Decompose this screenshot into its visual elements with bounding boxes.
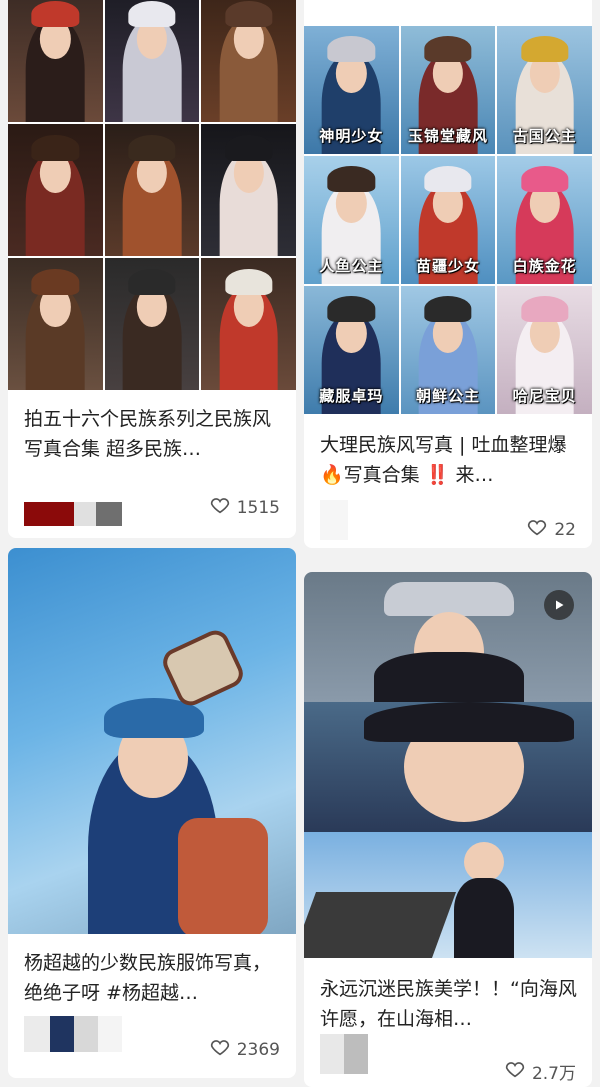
cover-photo: 藏服卓玛 (304, 286, 399, 414)
cover-photo: 神明少女 (304, 26, 399, 154)
note-card-1[interactable]: 拍五十六个民族系列之民族风写真合集 超多民族… 1515 (8, 0, 296, 538)
cover-photo: 古国公主 (497, 26, 592, 154)
fire-emoji: 🔥 (320, 464, 344, 486)
cover-photo (104, 0, 200, 122)
tile-caption: 玉锦堂藏风 (407, 127, 488, 145)
like-count[interactable]: 22 (526, 516, 576, 543)
heart-icon[interactable] (526, 516, 548, 543)
author-avatar[interactable] (24, 1016, 122, 1052)
like-count[interactable]: 1515 (209, 494, 280, 521)
note-cover-4[interactable] (304, 572, 592, 958)
heart-icon[interactable] (504, 1058, 526, 1085)
author-avatar[interactable] (24, 502, 122, 526)
like-count[interactable]: 2.7万 (504, 1058, 576, 1085)
like-count-text: 1515 (236, 497, 280, 518)
cover-photo (304, 832, 592, 958)
heart-icon[interactable] (209, 1036, 231, 1063)
cover-photo (201, 0, 296, 122)
play-icon[interactable] (544, 590, 574, 620)
cover-photo (8, 124, 103, 256)
tile-caption: 苗疆少女 (415, 257, 480, 275)
tile-caption: 哈尼宝贝 (512, 387, 577, 405)
note-title[interactable]: 拍五十六个民族系列之民族风写真合集 超多民族… (24, 404, 282, 464)
note-cover-2[interactable]: 神明少女 玉锦堂藏风 古国公主 人鱼公主 苗疆少女 白族金花 藏服卓玛 朝鲜公主… (304, 26, 592, 414)
cover-photo (201, 258, 296, 390)
cover-photo: 朝鲜公主 (400, 286, 496, 414)
cover-photo (8, 258, 103, 390)
cover-photo (104, 124, 200, 256)
note-card-3[interactable]: 杨超越的少数民族服饰写真，绝绝子呀 #杨超越… 2369 (8, 548, 296, 1078)
note-cover-1[interactable] (8, 0, 296, 390)
cover-photo: 苗疆少女 (400, 156, 496, 284)
cover-photo (201, 124, 296, 256)
cover-photo: 人鱼公主 (304, 156, 399, 284)
tile-caption: 人鱼公主 (319, 257, 384, 275)
like-count-text: 2.7万 (531, 1064, 576, 1084)
cover-photo (304, 572, 592, 712)
cover-photo (304, 702, 592, 832)
author-avatar[interactable] (320, 500, 348, 540)
tile-caption: 神明少女 (319, 127, 384, 145)
note-card-2[interactable]: 神明少女 玉锦堂藏风 古国公主 人鱼公主 苗疆少女 白族金花 藏服卓玛 朝鲜公主… (304, 0, 592, 548)
note-card-4[interactable]: 永远沉迷民族美学！！“向海风许愿，在山海相… 2.7万 (304, 572, 592, 1087)
like-count-text: 2369 (236, 1039, 280, 1060)
tile-caption: 白族金花 (512, 257, 577, 275)
tile-caption: 朝鲜公主 (415, 387, 480, 405)
double-exclamation-emoji: ‼️ (425, 464, 450, 486)
note-cover-3[interactable] (8, 548, 296, 934)
author-avatar[interactable] (320, 1034, 368, 1074)
like-count[interactable]: 2369 (209, 1036, 280, 1063)
note-title[interactable]: 永远沉迷民族美学！！“向海风许愿，在山海相… (320, 974, 578, 1034)
heart-icon[interactable] (209, 494, 231, 521)
cover-photo (104, 258, 200, 390)
cover-photo (48, 698, 268, 934)
cover-photo: 哈尼宝贝 (497, 286, 592, 414)
note-title[interactable]: 大理民族风写真 | 吐血整理爆🔥写真合集 ‼️ 来… (320, 430, 578, 490)
cover-photo (8, 0, 103, 122)
cover-photo: 玉锦堂藏风 (400, 26, 496, 154)
cover-photo: 白族金花 (497, 156, 592, 284)
tile-caption: 藏服卓玛 (319, 387, 384, 405)
tile-caption: 古国公主 (512, 127, 577, 145)
like-count-text: 22 (554, 519, 576, 540)
feed: 拍五十六个民族系列之民族风写真合集 超多民族… 1515 神明少女 玉锦堂藏风 (0, 0, 600, 1087)
note-title[interactable]: 杨超越的少数民族服饰写真，绝绝子呀 #杨超越… (24, 948, 282, 1008)
